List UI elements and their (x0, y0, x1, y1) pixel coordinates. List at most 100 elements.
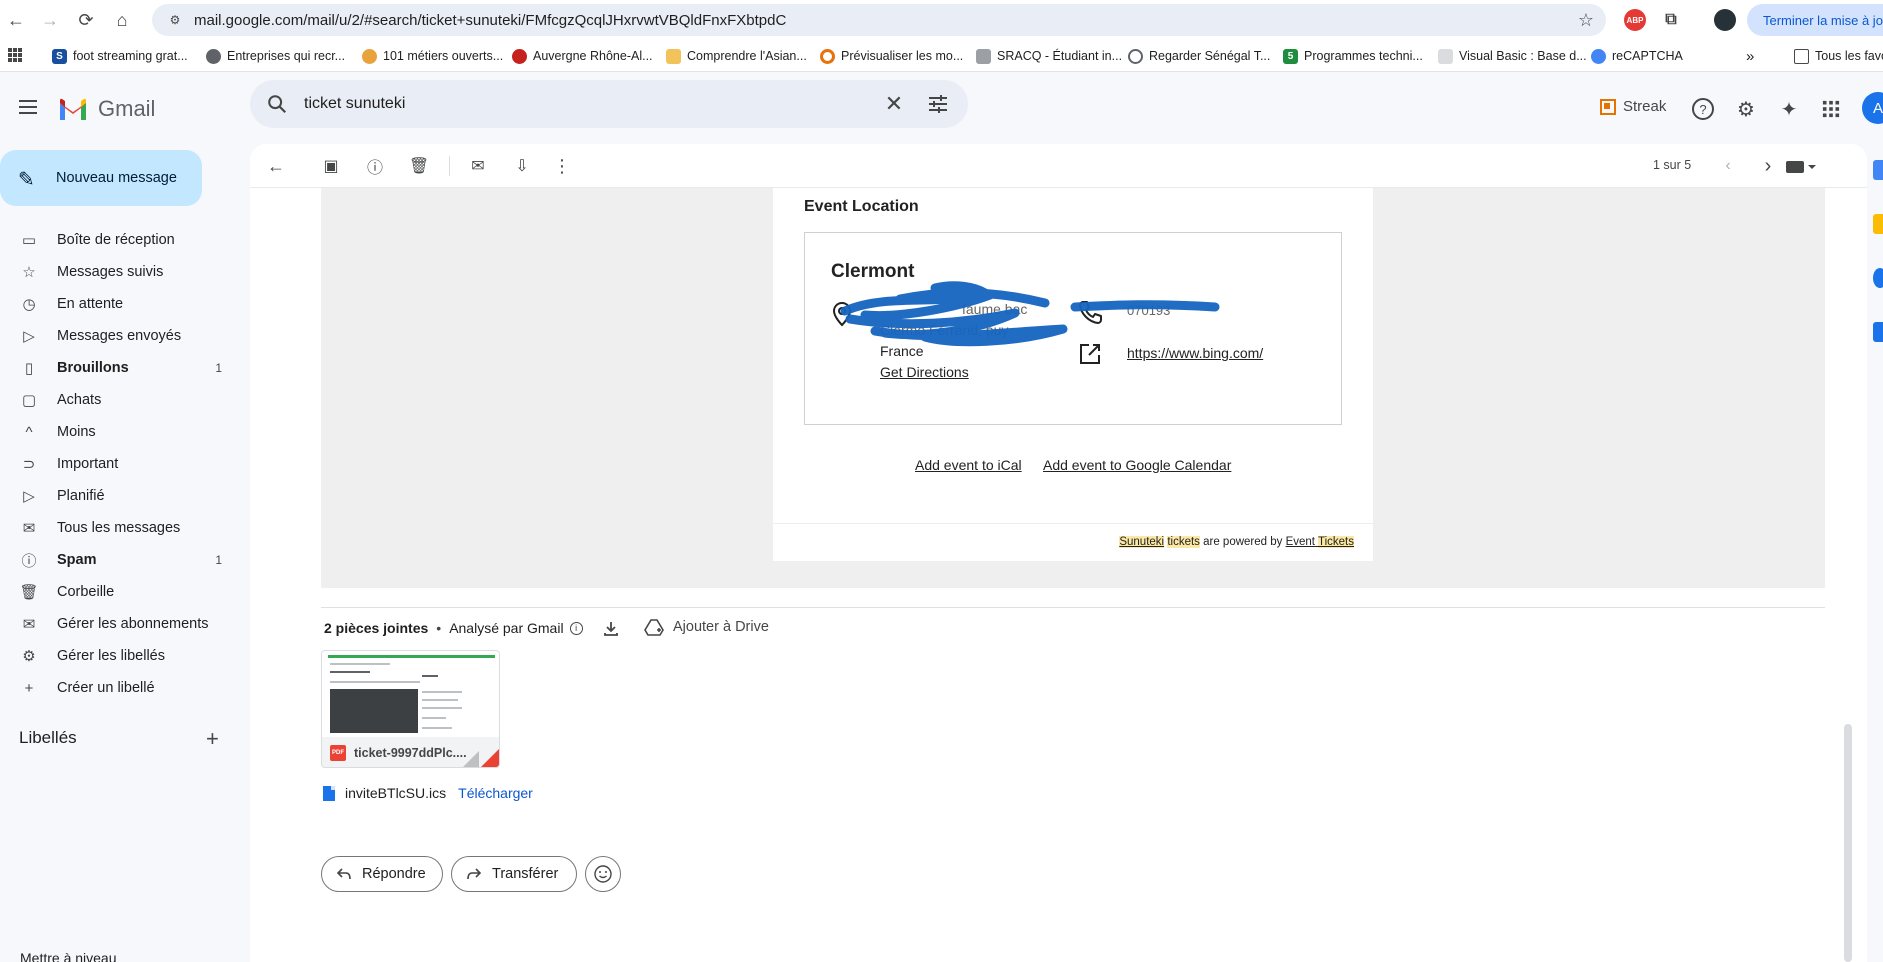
bookmark-item[interactable]: Auvergne Rhône-Al... (512, 46, 653, 66)
previous-message-icon[interactable]: ‹ (1716, 154, 1740, 178)
back-arrow-icon[interactable]: ← (4, 8, 28, 32)
upgrade-link[interactable]: Mettre à niveau (20, 950, 117, 962)
search-input[interactable] (304, 90, 864, 118)
sidebar-item-less[interactable]: ^ Moins (0, 416, 240, 448)
sidebar-item-all-mail[interactable]: ✉ Tous les messages (0, 512, 240, 544)
account-avatar[interactable]: A (1862, 92, 1883, 124)
add-to-ical-link[interactable]: Add event to iCal (915, 457, 1022, 473)
next-message-icon[interactable]: › (1756, 154, 1780, 178)
help-icon[interactable]: ? (1690, 96, 1716, 122)
ics-filename[interactable]: inviteBTlcSU.ics (345, 785, 446, 801)
sidebar-item-important[interactable]: ⊃ Important (0, 448, 240, 480)
google-apps-icon[interactable] (1818, 96, 1844, 122)
important-icon: ⊃ (22, 456, 36, 473)
update-browser-button[interactable]: Terminer la mise à jour (1747, 4, 1883, 36)
sidebar-item-sent[interactable]: ▷ Messages envoyés (0, 320, 240, 352)
reload-icon[interactable]: ⟳ (74, 8, 98, 32)
emoji-reaction-button[interactable] (585, 856, 621, 892)
pdf-attachment-card[interactable]: PDF ticket-9997ddPlc.... (321, 650, 500, 768)
settings-gear-icon[interactable]: ⚙ (1733, 96, 1759, 122)
home-icon[interactable]: ⌂ (110, 8, 134, 32)
compose-button[interactable]: ✎ Nouveau message (0, 150, 202, 206)
main-menu-icon[interactable] (16, 96, 40, 120)
contacts-app-icon[interactable] (1873, 322, 1883, 342)
address-country: France (880, 343, 924, 359)
bookmarks-bar: Sfoot streaming grat... Entreprises qui … (0, 40, 1883, 72)
all-bookmarks-folder[interactable]: Tous les favo (1794, 46, 1883, 66)
reply-button[interactable]: Répondre (321, 856, 443, 892)
sidebar-item-scheduled[interactable]: ▷ Planifié (0, 480, 240, 512)
bookmark-item[interactable]: Regarder Sénégal T... (1128, 46, 1270, 66)
sidebar-item-purchases[interactable]: ▢ Achats (0, 384, 240, 416)
gemini-sparkle-icon[interactable]: ✦ (1776, 96, 1802, 122)
input-tools-icon[interactable] (1786, 160, 1816, 174)
sidebar-item-inbox[interactable]: ▭ Boîte de réception (0, 224, 240, 256)
extensions-puzzle-icon[interactable]: ⧉ (1660, 9, 1682, 31)
gmail-logo-icon[interactable] (58, 98, 88, 120)
sidebar-item-manage-labels[interactable]: ⚙ Gérer les libellés (0, 640, 240, 672)
download-all-icon[interactable] (602, 620, 620, 638)
profile-avatar[interactable] (1714, 9, 1736, 31)
sidebar-item-manage-subscriptions[interactable]: ✉ Gérer les abonnements (0, 608, 240, 640)
apps-grid-icon[interactable] (8, 48, 22, 62)
unread-count: 1 (215, 361, 222, 375)
keep-app-icon[interactable] (1873, 214, 1883, 234)
bookmark-favicon (1591, 48, 1606, 64)
sidebar-item-snoozed[interactable]: ◷ En attente (0, 288, 240, 320)
search-icon[interactable] (266, 93, 288, 115)
search-options-icon[interactable] (926, 92, 950, 116)
bookmark-label: Prévisualiser les mo... (841, 49, 964, 63)
bookmark-item[interactable]: 101 métiers ouverts... (362, 46, 503, 66)
svg-text:?: ? (1699, 102, 1706, 117)
sidebar-item-create-label[interactable]: + Créer un libellé (0, 672, 240, 704)
sunuteki-link[interactable]: Sunuteki (1119, 536, 1165, 548)
bookmarks-overflow-button[interactable]: » (1746, 46, 1754, 66)
bookmark-item[interactable]: Visual Basic : Base d... (1438, 46, 1587, 66)
sidebar-item-label: Gérer les abonnements (57, 616, 209, 632)
bookmark-item[interactable]: reCAPTCHA (1591, 46, 1683, 66)
website-link[interactable]: https://www.bing.com/ (1127, 345, 1263, 361)
tasks-app-icon[interactable] (1873, 268, 1883, 288)
bookmark-label: Visual Basic : Base d... (1459, 49, 1587, 63)
sidebar-item-label: Messages envoyés (57, 328, 182, 344)
bookmark-item[interactable]: Comprendre l'Asian... (666, 46, 807, 66)
bookmark-favicon: S (52, 48, 67, 64)
bookmark-item[interactable]: Entreprises qui recr... (206, 46, 345, 66)
more-vert-icon[interactable]: ⋮ (550, 154, 574, 178)
bookmark-favicon (666, 48, 681, 64)
report-spam-icon[interactable]: ⓘ (363, 154, 387, 178)
bookmark-item[interactable]: 5 Programmes techni... (1283, 46, 1423, 66)
sidebar-item-starred[interactable]: ☆ Messages suivis (0, 256, 240, 288)
archive-icon[interactable]: ▣ (319, 154, 343, 178)
streak-button[interactable]: Streak (1600, 98, 1666, 115)
forward-button[interactable]: Transférer (451, 856, 577, 892)
sidebar-item-trash[interactable]: 🗑 Corbeille (0, 576, 240, 608)
mark-unread-icon[interactable]: ✉ (466, 154, 490, 178)
forward-arrow-icon[interactable]: → (38, 8, 62, 32)
message-scrollbar[interactable] (1844, 724, 1852, 962)
sidebar-item-spam[interactable]: ⓘ Spam 1 (0, 544, 240, 576)
add-to-google-calendar-link[interactable]: Add event to Google Calendar (1043, 457, 1231, 473)
move-to-icon[interactable]: ⇩ (510, 154, 534, 178)
bookmark-favicon (976, 48, 991, 64)
get-directions-link[interactable]: Get Directions (880, 364, 969, 380)
bookmark-item[interactable]: Sfoot streaming grat... (52, 46, 188, 66)
bookmark-item[interactable]: SRACQ - Étudiant in... (976, 46, 1122, 66)
powered-by-footer: Sunuteki tickets are powered by Event Ti… (773, 523, 1373, 561)
sidebar-item-drafts[interactable]: ▯ Brouillons 1 (0, 352, 240, 384)
subscriptions-icon: ✉ (22, 616, 36, 633)
ics-download-link[interactable]: Télécharger (458, 785, 533, 801)
back-to-list-icon[interactable]: ← (264, 154, 288, 178)
address-bar[interactable]: ⚙ mail.google.com/mail/u/2/#search/ticke… (152, 4, 1606, 36)
info-icon[interactable]: i (569, 621, 583, 635)
bookmark-item[interactable]: Prévisualiser les mo... (820, 46, 963, 66)
event-tickets-link[interactable]: Event Tickets (1286, 536, 1354, 548)
add-to-drive-button[interactable]: Ajouter à Drive (644, 618, 769, 636)
adblock-icon[interactable]: ABP (1624, 9, 1646, 31)
delete-icon[interactable]: 🗑 (407, 154, 431, 178)
add-label-icon[interactable]: + (206, 726, 219, 752)
calendar-app-icon[interactable] (1873, 160, 1883, 180)
bookmark-star-icon[interactable]: ☆ (1578, 10, 1594, 31)
clear-search-icon[interactable]: ✕ (882, 92, 906, 116)
site-info-icon[interactable]: ⚙ (166, 11, 184, 29)
